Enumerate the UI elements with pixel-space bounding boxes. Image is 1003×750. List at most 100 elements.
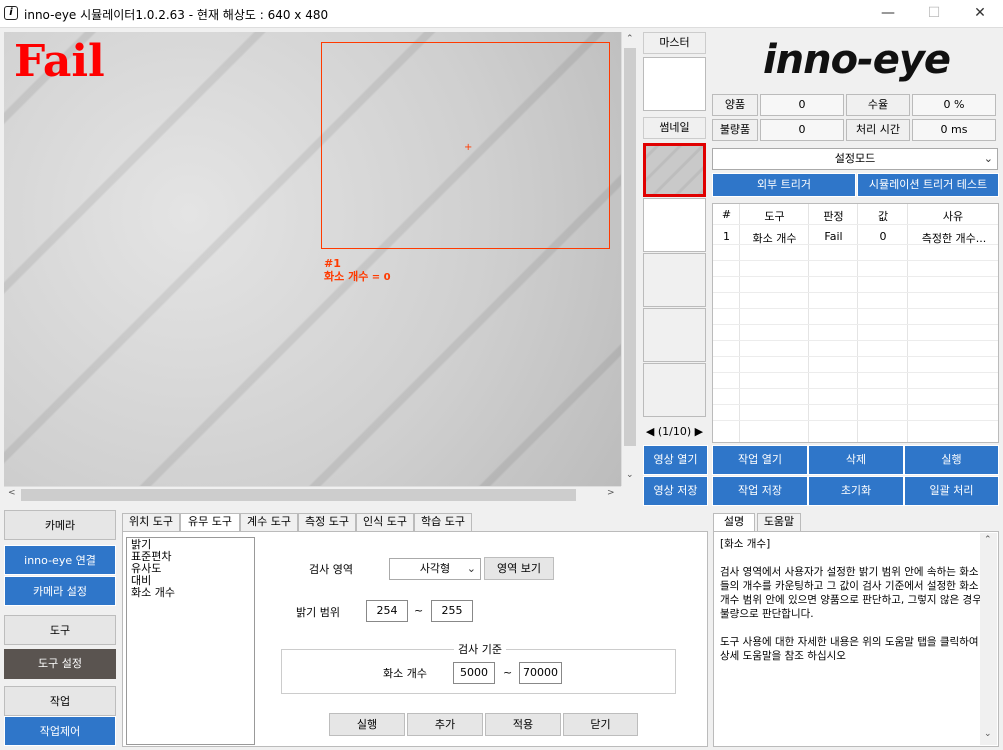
- tab-description[interactable]: 설명: [713, 513, 755, 532]
- scroll-left-icon[interactable]: <: [8, 488, 16, 498]
- batch-process-button[interactable]: 일괄 처리: [904, 476, 999, 506]
- thumbnail-item[interactable]: [643, 363, 706, 417]
- time-value: 0 ms: [912, 119, 996, 141]
- viewer-vertical-scrollbar[interactable]: ⌃ ⌄: [621, 32, 638, 486]
- camera-section-header[interactable]: 카메라: [4, 510, 116, 540]
- tab-position-tools[interactable]: 위치 도구: [122, 513, 180, 531]
- page-indicator: (1/10): [657, 425, 692, 438]
- title-bar: i inno-eye 시뮬레이터1.0.2.63 - 현재 해상도 : 640 …: [0, 0, 1003, 28]
- table-row-divider: [713, 404, 998, 405]
- app-logo-icon: i: [4, 6, 18, 20]
- pass-count: 0: [760, 94, 844, 116]
- tab-recognition-tools[interactable]: 인식 도구: [356, 513, 414, 531]
- scroll-up-icon[interactable]: ⌃: [626, 34, 634, 44]
- help-tabs: 설명 도움말: [713, 513, 999, 532]
- roi-index: #1: [324, 257, 341, 270]
- camera-settings-button[interactable]: 카메라 설정: [4, 576, 116, 606]
- table-row-divider: [713, 308, 998, 309]
- help-text: [화소 개수] 검사 영역에서 사용자가 설정한 밝기 범위 안에 속하는 화소…: [720, 538, 982, 662]
- count-min-input[interactable]: 5000: [453, 662, 495, 684]
- thumbnail-pager: ◀ (1/10) ▶: [643, 422, 706, 442]
- scroll-down-icon[interactable]: ⌄: [626, 470, 634, 480]
- external-trigger-button[interactable]: 외부 트리거: [712, 173, 856, 197]
- fail-label: 불량품: [712, 119, 758, 141]
- delete-button[interactable]: 삭제: [808, 445, 904, 475]
- thumbnail-item[interactable]: [643, 198, 706, 252]
- table-row-divider: [713, 388, 998, 389]
- brightness-label: 밝기 범위: [296, 606, 340, 619]
- table-cell[interactable]: 0: [858, 230, 908, 243]
- tab-learning-tools[interactable]: 학습 도구: [414, 513, 472, 531]
- window-title: inno-eye 시뮬레이터1.0.2.63 - 현재 해상도 : 640 x …: [24, 8, 329, 22]
- open-job-button[interactable]: 작업 열기: [712, 445, 808, 475]
- list-item[interactable]: 화소 개수: [131, 587, 250, 599]
- mode-select[interactable]: 설정모드 ⌄: [712, 148, 998, 170]
- close-button[interactable]: 닫기: [563, 713, 638, 736]
- table-row-divider: [713, 260, 998, 261]
- range-separator: ~: [414, 604, 424, 617]
- tool-section-header[interactable]: 도구: [4, 615, 116, 645]
- tool-settings-button[interactable]: 도구 설정: [4, 649, 116, 679]
- tab-presence-tools[interactable]: 유무 도구: [180, 513, 240, 532]
- simulation-trigger-button[interactable]: 시뮬레이션 트리거 테스트: [857, 173, 999, 197]
- table-row-divider: [713, 372, 998, 373]
- apply-button[interactable]: 적용: [485, 713, 561, 736]
- connect-camera-button[interactable]: inno-eye 연결: [4, 545, 116, 575]
- next-page-icon[interactable]: ▶: [695, 425, 703, 438]
- job-section-header[interactable]: 작업: [4, 686, 116, 716]
- scroll-thumb[interactable]: [624, 48, 636, 446]
- brightness-max-input[interactable]: 255: [431, 600, 473, 622]
- table-cell[interactable]: 화소 개수: [740, 230, 809, 246]
- results-table[interactable]: # 도구 판정 값 사유 1 화소 개수 Fail 0 측정한 개수...: [712, 203, 999, 443]
- roi-center-icon: +: [464, 142, 473, 153]
- thumbnail-item[interactable]: [643, 253, 706, 307]
- master-thumbnail[interactable]: [643, 57, 706, 111]
- job-control-button[interactable]: 작업제어: [4, 716, 116, 746]
- scroll-right-icon[interactable]: >: [607, 488, 615, 498]
- thumbnail-item-selected[interactable]: [643, 143, 706, 197]
- column-header: 판정: [823, 210, 844, 223]
- roi-tool-name: 화소 개수: [324, 270, 369, 283]
- run-job-button[interactable]: 실행: [904, 445, 999, 475]
- save-image-button[interactable]: 영상 저장: [643, 476, 708, 506]
- criteria-title: 검사 기준: [454, 641, 506, 657]
- viewer-horizontal-scrollbar[interactable]: < >: [4, 486, 621, 503]
- pixel-count-label: 화소 개수: [383, 667, 427, 680]
- view-region-button[interactable]: 영역 보기: [484, 557, 554, 580]
- add-button[interactable]: 추가: [407, 713, 483, 736]
- image-viewer[interactable]: Fail + #1 화소 개수 = 0: [4, 32, 621, 486]
- table-row-divider: [713, 224, 998, 225]
- tab-measure-tools[interactable]: 측정 도구: [298, 513, 356, 531]
- tab-counting-tools[interactable]: 계수 도구: [240, 513, 298, 531]
- close-icon[interactable]: ✕: [957, 0, 1003, 28]
- table-cell[interactable]: Fail: [809, 230, 858, 243]
- brightness-min-input[interactable]: 254: [366, 600, 408, 622]
- time-label: 처리 시간: [846, 119, 910, 141]
- thumbnail-label: 썸네일: [643, 117, 706, 139]
- table-cell[interactable]: 1: [713, 230, 740, 243]
- maximize-icon[interactable]: ☐: [911, 0, 957, 28]
- chevron-down-icon: ⌄: [983, 152, 993, 165]
- column-header: 사유: [942, 210, 964, 223]
- tab-help[interactable]: 도움말: [757, 513, 801, 531]
- minimize-icon[interactable]: —: [865, 0, 911, 28]
- scroll-thumb[interactable]: [21, 489, 576, 501]
- roi-label: #1 화소 개수 = 0: [324, 257, 391, 284]
- scroll-down-icon[interactable]: ⌄: [984, 729, 992, 739]
- table-row-divider: [713, 356, 998, 357]
- save-job-button[interactable]: 작업 저장: [712, 476, 808, 506]
- prev-page-icon[interactable]: ◀: [646, 425, 654, 438]
- region-label: 검사 영역: [309, 563, 353, 576]
- open-image-button[interactable]: 영상 열기: [643, 445, 708, 475]
- count-max-input[interactable]: 70000: [519, 662, 562, 684]
- help-scrollbar[interactable]: ⌃ ⌄: [980, 533, 997, 745]
- tool-list[interactable]: 밝기 표준편차 유사도 대비 화소 개수: [126, 537, 255, 745]
- run-button[interactable]: 실행: [329, 713, 405, 736]
- table-cell[interactable]: 측정한 개수...: [911, 230, 997, 246]
- region-shape-select[interactable]: 사각형 ⌄: [389, 558, 481, 580]
- reset-button[interactable]: 초기화: [808, 476, 904, 506]
- scroll-up-icon[interactable]: ⌃: [984, 535, 992, 545]
- range-separator: ~: [503, 666, 513, 679]
- table-row-divider: [713, 324, 998, 325]
- thumbnail-item[interactable]: [643, 308, 706, 362]
